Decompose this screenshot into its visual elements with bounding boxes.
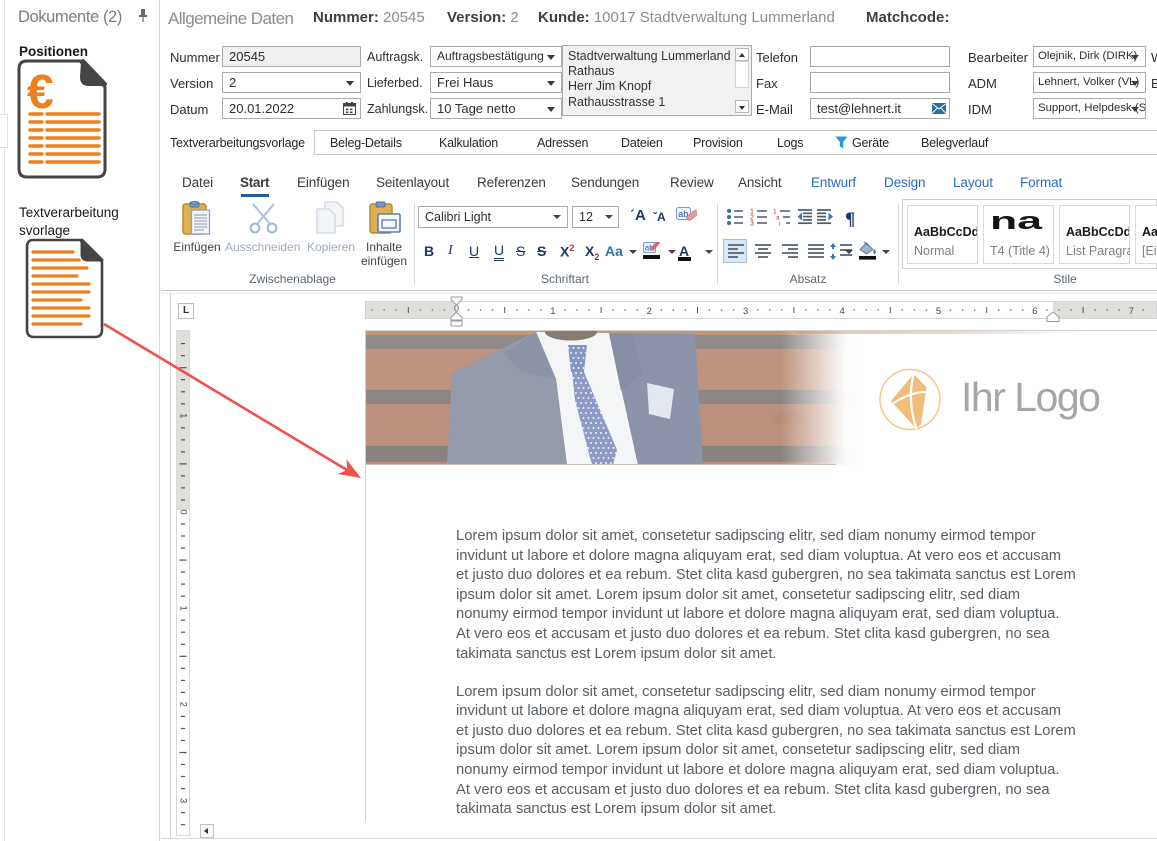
svg-text:i: i (779, 221, 780, 228)
svg-text:Ihr Logo: Ihr Logo (961, 374, 1100, 420)
svg-text:3: 3 (743, 306, 748, 317)
svg-text:4: 4 (839, 306, 844, 317)
svg-text:2: 2 (647, 306, 652, 317)
svg-text:€: € (27, 66, 54, 119)
svg-text:2: 2 (177, 702, 188, 707)
svg-text:3: 3 (750, 221, 754, 228)
svg-text:5: 5 (936, 306, 941, 317)
svg-text:1: 1 (177, 413, 188, 418)
svg-text:7: 7 (1129, 306, 1134, 317)
svg-text:1: 1 (177, 606, 188, 611)
svg-text:0: 0 (177, 509, 188, 514)
svg-text:3: 3 (177, 798, 188, 803)
svg-text:1: 1 (550, 306, 555, 317)
svg-text:¶: ¶ (845, 209, 855, 227)
svg-text:na: na (990, 209, 1043, 233)
svg-text:6: 6 (1032, 306, 1037, 317)
